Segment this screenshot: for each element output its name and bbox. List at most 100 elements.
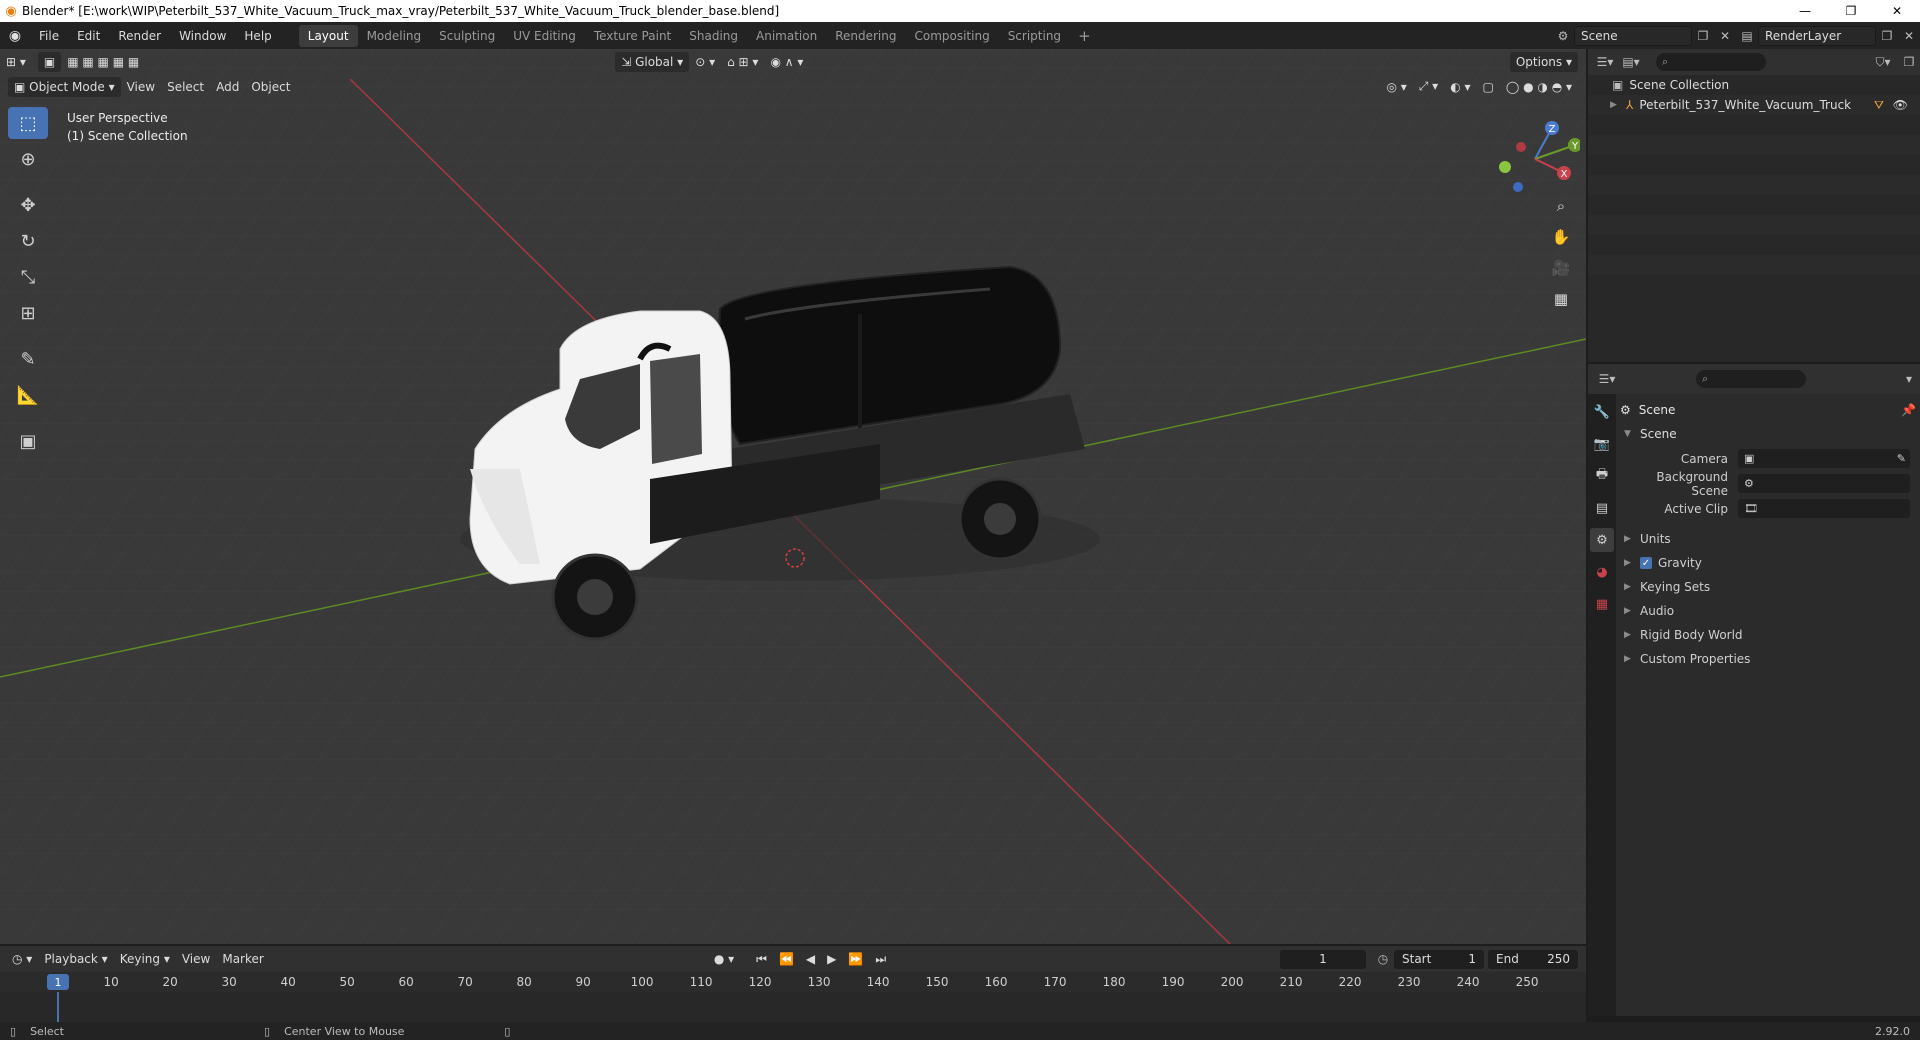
record-button-icon[interactable]: ● ▾ [708,949,740,969]
snap-icon[interactable]: ⌂ ⊞ ▾ [721,52,764,72]
menu-help[interactable]: Help [235,29,280,43]
jump-end-icon[interactable]: ⏭ [869,949,892,969]
pan-hand-icon[interactable]: ✋ [1548,225,1574,249]
add-workspace-button[interactable]: + [1070,27,1099,45]
transform-tool-icon[interactable]: ⊞ [8,297,48,329]
zoom-icon[interactable]: ⌕ [1548,194,1574,218]
overlay-toggle-icon[interactable]: ◐ ▾ [1444,77,1476,97]
tab-rendering[interactable]: Rendering [826,25,905,47]
editor-type-icon[interactable]: ⊞ ▾ [0,52,32,72]
rotate-tool-icon[interactable]: ↻ [8,225,48,257]
scene-tab-icon[interactable]: ⚙ [1590,528,1614,552]
properties-editor-type-icon[interactable]: ☰▾ [1596,369,1618,389]
timeline-menu-view[interactable]: View [176,949,216,969]
annotate-tool-icon[interactable]: ✎ [8,343,48,375]
gravity-checkbox[interactable]: ✓ [1640,557,1652,569]
close-button[interactable]: ✕ [1874,0,1920,22]
delete-scene-icon[interactable]: ✕ [1714,26,1736,46]
tab-modeling[interactable]: Modeling [358,25,431,47]
menu-file[interactable]: File [30,29,68,43]
navigation-gizmo[interactable]: Z Y X [1490,109,1580,199]
tab-compositing[interactable]: Compositing [905,25,998,47]
move-tool-icon[interactable]: ✥ [8,189,48,221]
timeline-menu-keying[interactable]: Keying ▾ [114,949,176,969]
view-layer-browse-icon[interactable]: ▤ [1736,26,1758,46]
pivot-icon[interactable]: ⊙ ▾ [689,52,721,72]
measure-tool-icon[interactable]: 📐 [8,379,48,411]
active-clip-field[interactable]: 🎞 [1738,499,1910,518]
expand-arrow-icon[interactable]: ▶ [1610,100,1620,110]
eye-visibility-icon[interactable]: 👁 [1893,98,1908,112]
tab-animation[interactable]: Animation [747,25,826,47]
end-frame-field[interactable]: End 250 [1488,949,1578,969]
menu-window[interactable]: Window [170,29,235,43]
options-dropdown[interactable]: Options ▾ [1509,51,1578,72]
texture-tab-icon[interactable]: ▦ [1590,592,1614,616]
units-panel-header[interactable]: ▶ Units [1620,527,1916,551]
menu-edit[interactable]: Edit [68,29,109,43]
filter-icon[interactable]: ⛉▾ [1872,52,1894,72]
new-scene-icon[interactable]: ❐ [1692,26,1714,46]
cursor-tool-icon[interactable]: ⊕ [8,143,48,175]
tab-sculpting[interactable]: Sculpting [430,25,504,47]
scene-panel-header[interactable]: ▼ Scene [1620,422,1916,446]
add-cube-tool-icon[interactable]: ▣ [8,425,48,457]
tab-scripting[interactable]: Scripting [999,25,1070,47]
scale-tool-icon[interactable]: ⤡ [8,261,48,293]
timeline-track[interactable] [0,992,1586,1022]
viewport-menu-add[interactable]: Add [210,77,245,97]
select-box-mode-icons[interactable]: ▦ ▦ ▦ ▦ ▦ [61,52,145,72]
view-layer-field[interactable]: RenderLayer [1758,25,1876,46]
delete-view-layer-icon[interactable]: ✕ [1898,26,1920,46]
gravity-panel-header[interactable]: ▶ ✓ Gravity [1620,551,1916,575]
play-reverse-icon[interactable]: ◀ [800,949,821,969]
keying-sets-panel-header[interactable]: ▶ Keying Sets [1620,575,1916,599]
clock-icon[interactable]: ◷ [1372,949,1394,969]
tab-layout[interactable]: Layout [298,24,358,47]
play-icon[interactable]: ▶ [821,949,842,969]
background-scene-field[interactable]: ⚙ [1738,474,1910,493]
minimize-button[interactable]: — [1782,0,1828,22]
viewport-menu-view[interactable]: View [121,77,161,97]
render-tab-icon[interactable]: 📷 [1590,432,1614,456]
audio-panel-header[interactable]: ▶ Audio [1620,599,1916,623]
current-frame-marker[interactable]: 1 [47,974,69,990]
pin-icon[interactable]: 📌 [1901,403,1916,417]
tool-tab-icon[interactable]: 🔧 [1590,400,1614,424]
timeline-editor-type-icon[interactable]: ◷ ▾ [6,949,38,969]
select-box-tool-icon[interactable]: ⬚ [8,107,48,139]
current-frame-field[interactable]: 1 [1280,949,1366,969]
tab-uv-editing[interactable]: UV Editing [504,25,585,47]
chevron-down-icon[interactable]: ▾ [1898,369,1920,389]
transform-orientation-dropdown[interactable]: ⇲ Global ▾ [615,51,690,72]
timeline-menu-marker[interactable]: Marker [216,949,269,969]
visibility-icon[interactable]: ◎ ▾ [1380,77,1412,97]
world-tab-icon[interactable]: ◕ [1590,560,1614,584]
shading-mode-icons[interactable]: ◯ ● ◑ ◓ ▾ [1500,77,1578,97]
camera-view-icon[interactable]: 🎥 [1548,256,1574,280]
timeline-ruler[interactable]: 1 10 20 30 40 50 60 70 80 90 100 110 120 130 140 150 16… [0,972,1586,992]
tab-texture-paint[interactable]: Texture Paint [585,25,680,47]
proportional-edit-icon[interactable]: ◉ ∧ ▾ [764,52,809,72]
properties-search-input[interactable]: ⌕ [1696,370,1806,388]
timeline-menu-playback[interactable]: Playback ▾ [38,949,113,969]
eyedropper-icon[interactable]: ✎ [1897,452,1906,465]
tab-shading[interactable]: Shading [680,25,747,47]
jump-start-icon[interactable]: ⏮ [750,949,773,969]
viewport-menu-object[interactable]: Object [245,77,296,97]
gizmo-toggle-icon[interactable]: ⤢ ▾ [1413,77,1444,97]
custom-properties-panel-header[interactable]: ▶ Custom Properties [1620,647,1916,671]
xray-toggle-icon[interactable]: ▢ [1477,77,1500,97]
new-view-layer-icon[interactable]: ❐ [1876,26,1898,46]
jump-keyframe-forward-icon[interactable]: ⏩ [842,949,869,969]
rigid-body-world-panel-header[interactable]: ▶ Rigid Body World [1620,623,1916,647]
view-layer-tab-icon[interactable]: ▤ [1590,496,1614,520]
camera-field[interactable]: ▣ ✎ [1738,449,1910,468]
start-frame-field[interactable]: Start 1 [1394,949,1484,969]
scene-browse-icon[interactable]: ⚙ [1552,26,1574,46]
viewport-menu-select[interactable]: Select [161,77,210,97]
blender-menu-icon[interactable]: ◉ [0,28,30,44]
mode-dropdown[interactable]: ▣ Object Mode ▾ [8,76,121,97]
display-mode-icon[interactable]: ▤▾ [1620,52,1642,72]
select-mode-icon[interactable]: ▣ [37,51,62,72]
